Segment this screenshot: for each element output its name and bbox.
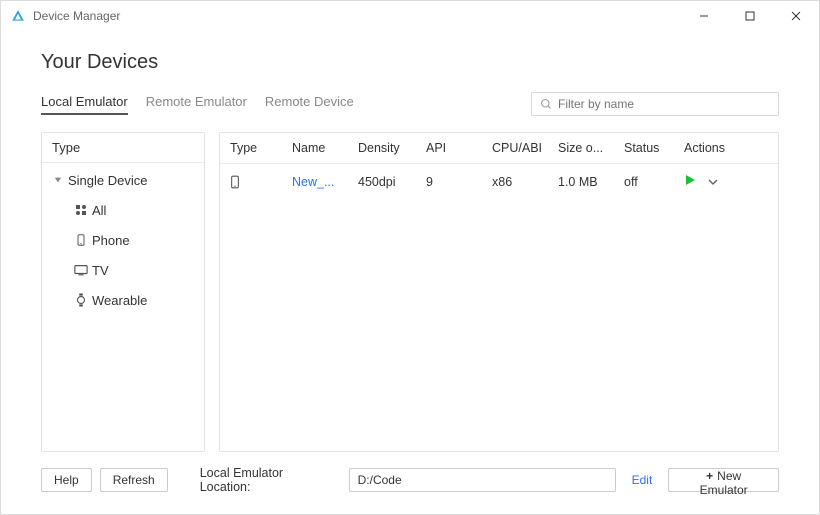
col-header-actions[interactable]: Actions — [674, 133, 778, 164]
tab-local-emulator[interactable]: Local Emulator — [41, 94, 128, 115]
col-header-api[interactable]: API — [416, 133, 482, 164]
app-logo-icon — [11, 9, 25, 23]
window-title: Device Manager — [33, 9, 120, 23]
footer: Help Refresh Local Emulator Location: Ed… — [1, 466, 819, 494]
tree-item-wearable[interactable]: Wearable — [42, 285, 204, 315]
maximize-button[interactable] — [727, 1, 773, 31]
location-input[interactable] — [349, 468, 616, 492]
minimize-button[interactable] — [681, 1, 727, 31]
device-table-panel: Type Name Density API CPU/ABI Size o... … — [219, 132, 779, 452]
type-sidebar: Type Single Device All — [41, 132, 205, 452]
cell-name[interactable]: New_... — [282, 164, 348, 200]
phone-icon — [70, 234, 92, 246]
tree-item-label: Wearable — [92, 293, 147, 308]
close-button[interactable] — [773, 1, 819, 31]
plus-icon: + — [706, 469, 713, 483]
cell-api: 9 — [416, 164, 482, 200]
col-header-size[interactable]: Size o... — [548, 133, 614, 164]
filter-input[interactable] — [558, 94, 770, 114]
new-emulator-button[interactable]: +New Emulator — [668, 468, 779, 492]
cell-size: 1.0 MB — [548, 164, 614, 200]
watch-icon — [70, 293, 92, 307]
tree-item-label: All — [92, 203, 106, 218]
tabs: Local Emulator Remote Emulator Remote De… — [41, 94, 354, 115]
search-icon — [540, 98, 552, 110]
tab-remote-device[interactable]: Remote Device — [265, 94, 354, 115]
tree-item-phone[interactable]: Phone — [42, 225, 204, 255]
chevron-down-icon — [52, 176, 64, 184]
tree-item-tv[interactable]: TV — [42, 255, 204, 285]
sidebar-header: Type — [42, 133, 204, 163]
tree-item-label: TV — [92, 263, 109, 278]
tv-icon — [70, 264, 92, 276]
grid-icon — [70, 204, 92, 216]
cell-density: 450dpi — [348, 164, 416, 200]
titlebar: Device Manager — [1, 1, 819, 31]
refresh-button[interactable]: Refresh — [100, 468, 168, 492]
tree-item-all[interactable]: All — [42, 195, 204, 225]
actions-dropdown[interactable] — [708, 175, 718, 189]
edit-location-link[interactable]: Edit — [632, 473, 653, 487]
tree-item-label: Phone — [92, 233, 130, 248]
table-header-row: Type Name Density API CPU/ABI Size o... … — [220, 133, 778, 164]
play-button[interactable] — [684, 174, 696, 189]
page-heading: Your Devices — [41, 51, 779, 74]
filter-box[interactable] — [531, 92, 779, 116]
col-header-cpu[interactable]: CPU/ABI — [482, 133, 548, 164]
tab-remote-emulator[interactable]: Remote Emulator — [146, 94, 247, 115]
col-header-name[interactable]: Name — [282, 133, 348, 164]
cell-status: off — [614, 164, 674, 200]
location-label: Local Emulator Location: — [200, 466, 335, 494]
col-header-status[interactable]: Status — [614, 133, 674, 164]
col-header-type[interactable]: Type — [220, 133, 282, 164]
col-header-density[interactable]: Density — [348, 133, 416, 164]
cell-cpu: x86 — [482, 164, 548, 200]
phone-icon — [230, 175, 276, 189]
tree-group-label: Single Device — [68, 173, 148, 188]
table-row[interactable]: New_... 450dpi 9 x86 1.0 MB off — [220, 164, 778, 200]
tree-group-single-device[interactable]: Single Device — [42, 165, 204, 195]
help-button[interactable]: Help — [41, 468, 92, 492]
